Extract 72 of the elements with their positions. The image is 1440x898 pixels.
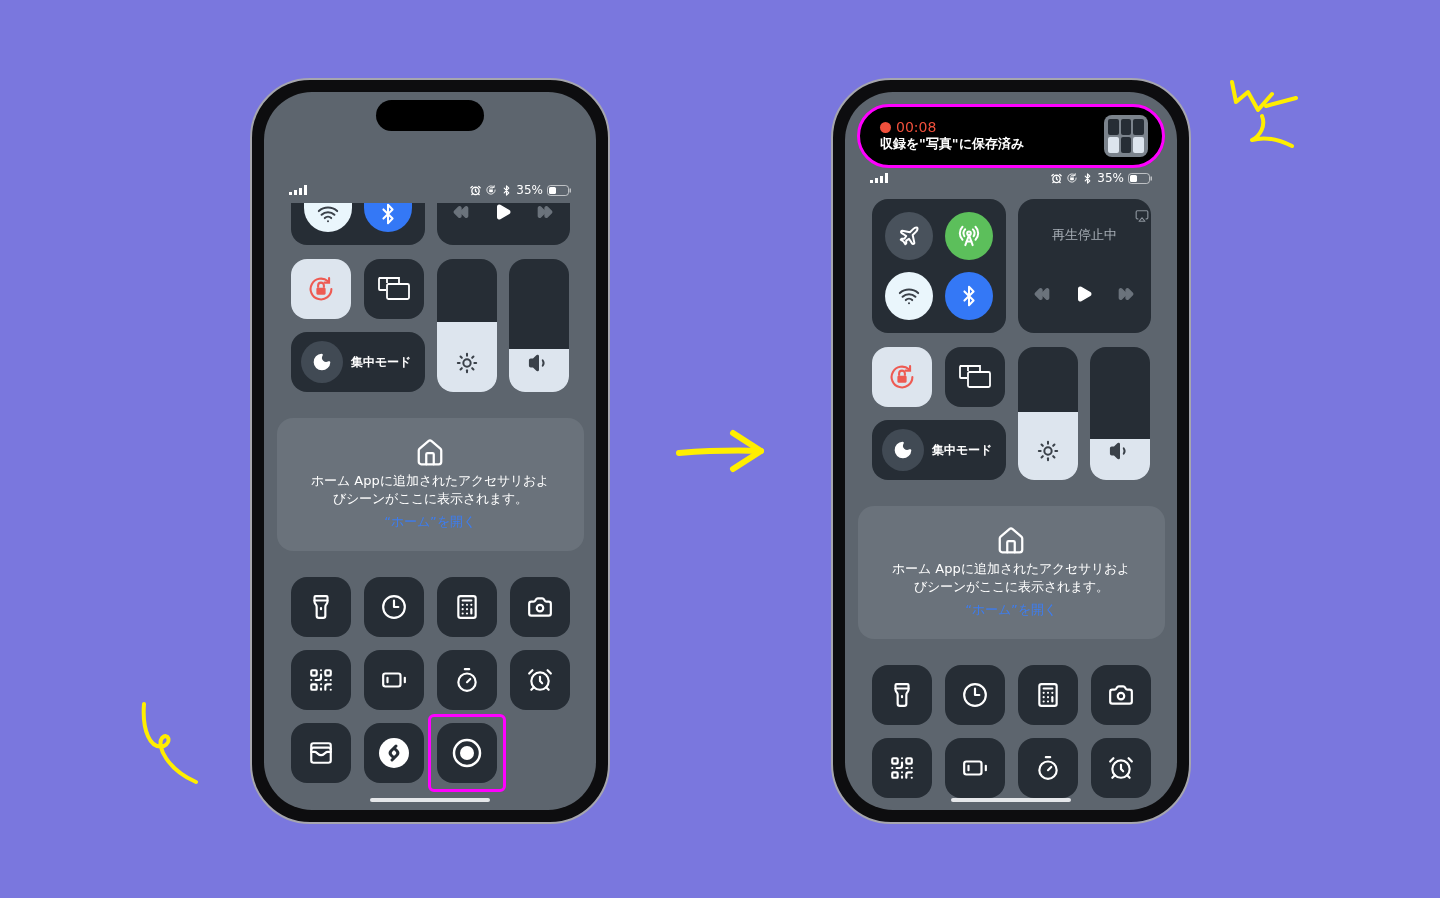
calculator-button[interactable] (1017, 665, 1078, 726)
rotation-lock-button[interactable] (871, 347, 932, 408)
qr-code-button[interactable] (871, 738, 932, 799)
rotation-lock-icon (1066, 172, 1079, 185)
volume-slider[interactable] (508, 259, 569, 392)
stopwatch-button[interactable] (436, 650, 497, 710)
rewind-icon[interactable] (453, 204, 469, 220)
signal-icon (870, 173, 888, 184)
signal-icon (289, 185, 307, 195)
battery-icon (547, 184, 571, 196)
sun-icon (1036, 440, 1059, 463)
focus-mode-button[interactable]: 集中モード (290, 332, 425, 392)
rotation-lock-button[interactable] (290, 259, 351, 319)
fast-forward-icon[interactable] (537, 204, 553, 220)
record-icon (451, 738, 482, 768)
house-icon (996, 526, 1026, 556)
flashlight-button[interactable] (290, 577, 351, 637)
brightness-slider[interactable] (436, 259, 497, 392)
low-power-button[interactable] (363, 650, 424, 710)
wifi-toggle[interactable] (303, 203, 352, 232)
moon-icon (300, 341, 343, 383)
screen-mirroring-icon (376, 276, 411, 302)
house-icon (415, 437, 445, 468)
timer-icon (380, 594, 407, 620)
wallet-icon (307, 740, 334, 766)
alarm-button[interactable] (1090, 738, 1151, 799)
battery-percentage: 35% (516, 184, 543, 196)
recording-island[interactable]: 00:08 収録を"写真"に保存済み (857, 104, 1165, 169)
alarm-clock-icon (526, 667, 553, 693)
timer-button[interactable] (363, 577, 424, 637)
battery-icon (1128, 172, 1152, 184)
battery-percentage: 35% (1097, 172, 1124, 185)
antenna-icon (957, 225, 980, 248)
screen-mirroring-button[interactable] (944, 347, 1005, 408)
airplay-icon[interactable] (1134, 209, 1149, 224)
stopwatch-button[interactable] (1017, 738, 1078, 799)
screen-mirroring-button[interactable] (363, 259, 424, 319)
brightness-slider[interactable] (1017, 347, 1078, 481)
camera-button[interactable] (509, 577, 570, 637)
timer-icon (961, 682, 988, 709)
camera-button[interactable] (1090, 665, 1151, 726)
wallet-button[interactable] (290, 723, 351, 783)
now-playing-status: 再生停止中 (1051, 226, 1117, 245)
volume-slider[interactable] (1089, 347, 1150, 481)
screen-record-button[interactable] (436, 723, 497, 783)
home-message: ホーム Appに追加されたアクセサリおよびシーンがここに表示されます。 (310, 471, 550, 508)
screenshot-thumbnail (1104, 115, 1148, 158)
qr-code-icon (307, 667, 334, 693)
home-message: ホーム Appに追加されたアクセサリおよびシーンがここに表示されます。 (891, 560, 1131, 596)
alarm-clock-icon (1051, 172, 1063, 184)
flashlight-button[interactable] (871, 665, 932, 726)
rotation-lock-icon (485, 184, 498, 196)
play-icon[interactable] (494, 203, 512, 221)
low-power-button[interactable] (944, 738, 1005, 799)
camera-icon (526, 594, 553, 620)
calculator-button[interactable] (436, 577, 497, 637)
recording-saved-message: 収録を"写真"に保存済み (880, 136, 1024, 153)
alarm-clock-icon (1107, 755, 1134, 782)
alarm-clock-icon (470, 184, 482, 196)
rewind-icon[interactable] (1034, 286, 1050, 303)
qr-code-button[interactable] (290, 650, 351, 710)
qr-code-icon (888, 755, 915, 782)
recording-time: 00:08 (896, 120, 937, 134)
bluetooth-toggle[interactable] (363, 203, 412, 232)
screen-mirroring-icon (957, 364, 992, 391)
focus-mode-button[interactable]: 集中モード (871, 420, 1006, 481)
sun-icon (455, 352, 478, 374)
airplane-icon (897, 225, 920, 248)
fast-forward-icon[interactable] (1118, 286, 1134, 303)
alarm-button[interactable] (509, 650, 570, 710)
timer-button[interactable] (944, 665, 1005, 726)
play-icon[interactable] (1075, 285, 1093, 304)
